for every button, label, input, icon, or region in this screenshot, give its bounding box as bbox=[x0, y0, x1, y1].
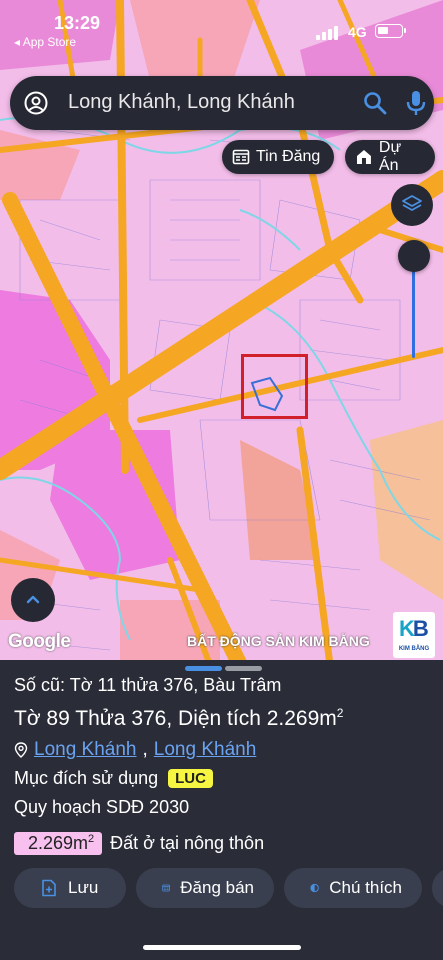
layers-icon bbox=[402, 195, 422, 211]
sheet-page-indicator-active[interactable] bbox=[185, 666, 222, 671]
sheet-page-indicator[interactable] bbox=[225, 666, 262, 671]
action-bar: Lưu Đăng bán Chú thích bbox=[14, 868, 443, 908]
legend-button[interactable]: Chú thích bbox=[284, 868, 422, 908]
planned-area-row: 2.269m2 Đất ở tại nông thôn bbox=[14, 832, 264, 855]
planned-area-badge: 2.269m2 bbox=[14, 832, 103, 855]
layers-button[interactable] bbox=[391, 184, 433, 226]
listings-chip[interactable]: Tin Đăng bbox=[222, 140, 334, 174]
location-link-district[interactable]: Long Khánh bbox=[34, 739, 137, 761]
listings-chip-label: Tin Đăng bbox=[256, 148, 321, 165]
planned-area-type: Đất ở tại nông thôn bbox=[110, 833, 265, 853]
listing-icon bbox=[232, 149, 250, 165]
parcel-main-info: Tờ 89 Thửa 376, Diện tích 2.269m2 bbox=[14, 706, 344, 730]
search-icon[interactable] bbox=[362, 90, 388, 116]
projects-chip-label: Dự Án bbox=[378, 139, 402, 174]
save-button[interactable]: Lưu bbox=[14, 868, 126, 908]
legend-button-label: Chú thích bbox=[329, 878, 402, 897]
land-use-code-badge: LUC bbox=[168, 769, 213, 788]
back-to-app-store-link[interactable]: ◂ App Store bbox=[14, 35, 76, 49]
cellular-signal-icon bbox=[316, 26, 342, 40]
add-file-icon bbox=[42, 879, 56, 897]
google-attribution: Google bbox=[8, 631, 71, 652]
more-actions-button[interactable] bbox=[432, 868, 443, 908]
microphone-icon[interactable] bbox=[403, 89, 429, 117]
location-link-city[interactable]: Long Khánh bbox=[154, 739, 257, 761]
save-button-label: Lưu bbox=[68, 878, 99, 897]
status-time: 13:29 bbox=[54, 13, 101, 33]
projects-chip[interactable]: Dự Án bbox=[345, 139, 435, 174]
listing-icon bbox=[162, 884, 170, 892]
post-for-sale-label: Đăng bán bbox=[180, 878, 254, 897]
land-use-label: Mục đích sử dụng bbox=[14, 768, 159, 788]
land-use-plan: Quy hoạch SDĐ 2030 bbox=[14, 797, 190, 817]
land-use-purpose: Mục đích sử dụng LUC bbox=[14, 768, 213, 789]
search-bar[interactable]: Long Khánh, Long Khánh bbox=[10, 76, 434, 130]
location-pin-icon bbox=[14, 742, 28, 758]
map-watermark: BẤT ĐỘNG SẢN KIM BẰNG bbox=[187, 633, 370, 649]
contrast-icon bbox=[310, 883, 319, 893]
kim-bang-logo: KB KIM BẰNG bbox=[393, 612, 435, 658]
opacity-slider-handle[interactable] bbox=[398, 240, 430, 272]
search-input[interactable]: Long Khánh, Long Khánh bbox=[68, 91, 295, 114]
kb-logo-name: KIM BẰNG bbox=[398, 646, 430, 652]
selected-parcel-highlight bbox=[241, 354, 308, 419]
network-type: 4G bbox=[348, 24, 367, 40]
status-bar: 13:29 ◂ App Store 4G bbox=[0, 0, 443, 56]
battery-icon bbox=[375, 24, 406, 38]
parcel-location: Long Khánh, Long Khánh bbox=[14, 739, 256, 761]
location-separator: , bbox=[142, 739, 148, 760]
home-indicator[interactable] bbox=[143, 945, 301, 950]
kb-logo-mark: KB bbox=[399, 616, 429, 641]
expand-sheet-button[interactable] bbox=[11, 578, 55, 622]
account-icon[interactable] bbox=[24, 91, 48, 115]
old-parcel-info: Số cũ: Tờ 11 thửa 376, Bàu Trâm bbox=[14, 675, 282, 695]
house-icon bbox=[356, 150, 371, 164]
chevron-up-icon bbox=[26, 595, 40, 604]
post-for-sale-button[interactable]: Đăng bán bbox=[136, 868, 274, 908]
